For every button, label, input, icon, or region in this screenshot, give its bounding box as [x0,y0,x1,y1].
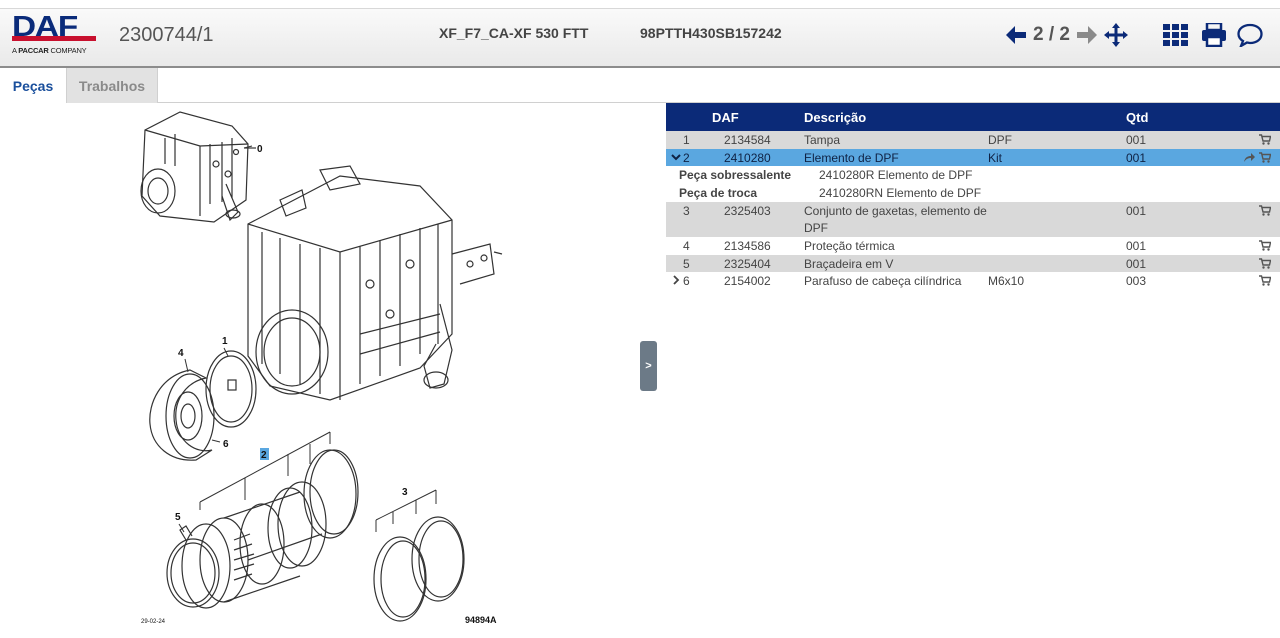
row-desc: Conjunto de gaxetas, elemento de DPF [804,204,987,235]
vehicle-vin: 98PTTH430SB157242 [640,25,782,41]
row-qty: 001 [1126,133,1147,147]
callout-1: 1 [222,336,228,347]
cart-icon[interactable] [1259,151,1272,166]
document-id: 2300744/1 [119,24,214,46]
print-icon[interactable] [1201,23,1227,47]
table-row-selected[interactable]: 2 2410280 Elemento de DPF Kit 001 [666,148,1280,166]
parts-table: DAF Descrição Qtd 1 2134584 Tampa DPF 00… [666,103,1280,290]
row-desc: Parafuso de cabeça cilíndrica [804,274,962,288]
tab-trabalhos[interactable]: Trabalhos [67,68,158,103]
detail-value: 2410280RN Elemento de DPF [819,186,982,200]
row-extra: Kit [988,150,1003,165]
detail-key: Peça sobressalente [679,168,792,182]
browser-top-strip [0,0,1280,9]
callout-6: 6 [223,439,229,450]
callout-2: 2 [261,450,267,461]
page-indicator: 2 / 2 [1033,24,1070,45]
daf-logo: DAF A PACCAR COMPANY [12,13,98,57]
cart-icon[interactable] [1259,240,1272,254]
chat-icon[interactable] [1237,23,1263,47]
row-pos: 4 [683,239,690,253]
row-daf: 2134586 [724,239,771,253]
row-daf: 2134584 [724,133,771,147]
cart-icon[interactable] [1259,205,1272,219]
row-desc: Proteção térmica [804,239,895,253]
navigation-toolbar: 2 / 2 [1004,20,1263,50]
arrow-left-icon[interactable] [1004,23,1028,47]
app-header: DAF A PACCAR COMPANY 2300744/1 XF_F7_CA-… [0,9,1280,68]
row-desc: Elemento de DPF [804,150,899,165]
logo-red-bar [12,36,96,41]
expand-chevron-icon[interactable] [671,151,681,165]
row-pos: 2 [683,150,690,165]
table-row[interactable]: 3 2325403 Conjunto de gaxetas, elemento … [666,202,1280,237]
table-header: DAF Descrição Qtd [666,103,1280,131]
row-qty: 003 [1126,274,1147,288]
row-pos: 1 [683,133,690,147]
header-descricao: Descrição [804,110,867,125]
row-pos: 3 [683,204,690,218]
row-qty: 001 [1126,150,1147,165]
header-qtd: Qtd [1126,110,1149,125]
drawing-date: 29-02-24 [141,619,166,625]
collapse-panel-button[interactable]: > [640,341,657,391]
row-daf: 2410280 [724,150,771,165]
detail-value: 2410280R Elemento de DPF [819,168,973,182]
row-qty: 001 [1126,204,1147,218]
detail-row: Peça de troca 2410280RN Elemento de DPF [666,184,1280,202]
cart-icon[interactable] [1259,257,1272,272]
table-row[interactable]: 5 2325404 Braçadeira em V 001 [666,254,1280,272]
row-extra: M6x10 [988,274,1025,288]
tab-bar: Peças Trabalhos [0,68,1280,103]
callout-4: 4 [178,348,184,359]
callout-5: 5 [175,512,181,523]
detail-key: Peça de troca [679,186,758,200]
row-daf: 2325403 [724,204,771,218]
header-daf: DAF [712,110,739,125]
callout-3: 3 [402,487,408,498]
cart-icon[interactable] [1259,134,1272,148]
table-row[interactable]: 4 2134586 Proteção térmica 001 [666,237,1280,255]
row-qty: 001 [1126,256,1147,271]
grid-icon[interactable] [1162,24,1189,46]
expand-chevron-right-icon[interactable] [671,274,681,288]
tab-pecas[interactable]: Peças [0,68,67,103]
row-daf: 2325404 [724,256,771,271]
move-arrows-icon[interactable] [1103,22,1129,48]
exploded-parts-drawing: 0 1 2 3 4 5 6 29-02-24 94894A [0,104,640,633]
row-pos: 6 [683,274,690,288]
row-desc: Tampa [804,133,841,147]
row-desc: Braçadeira em V [804,256,894,271]
cart-icon[interactable] [1259,275,1272,289]
row-extra: DPF [988,133,1012,147]
callout-0: 0 [257,144,263,155]
arrow-right-icon[interactable] [1075,23,1099,47]
table-row[interactable]: 6 2154002 Parafuso de cabeça cilíndrica … [666,272,1280,290]
logo-subtitle: A PACCAR COMPANY [12,46,87,55]
share-arrow-icon[interactable] [1243,152,1256,166]
row-qty: 001 [1126,239,1147,253]
row-pos: 5 [683,256,690,271]
parts-illustration: 0 1 2 3 4 5 6 29-02-24 94894A [140,111,503,625]
detail-row: Peça sobressalente 2410280R Elemento de … [666,166,1280,184]
table-row[interactable]: 1 2134584 Tampa DPF 001 [666,131,1280,149]
drawing-code: 94894A [465,615,497,625]
vehicle-model: XF_F7_CA-XF 530 FTT [439,25,589,41]
row-daf: 2154002 [724,274,771,288]
